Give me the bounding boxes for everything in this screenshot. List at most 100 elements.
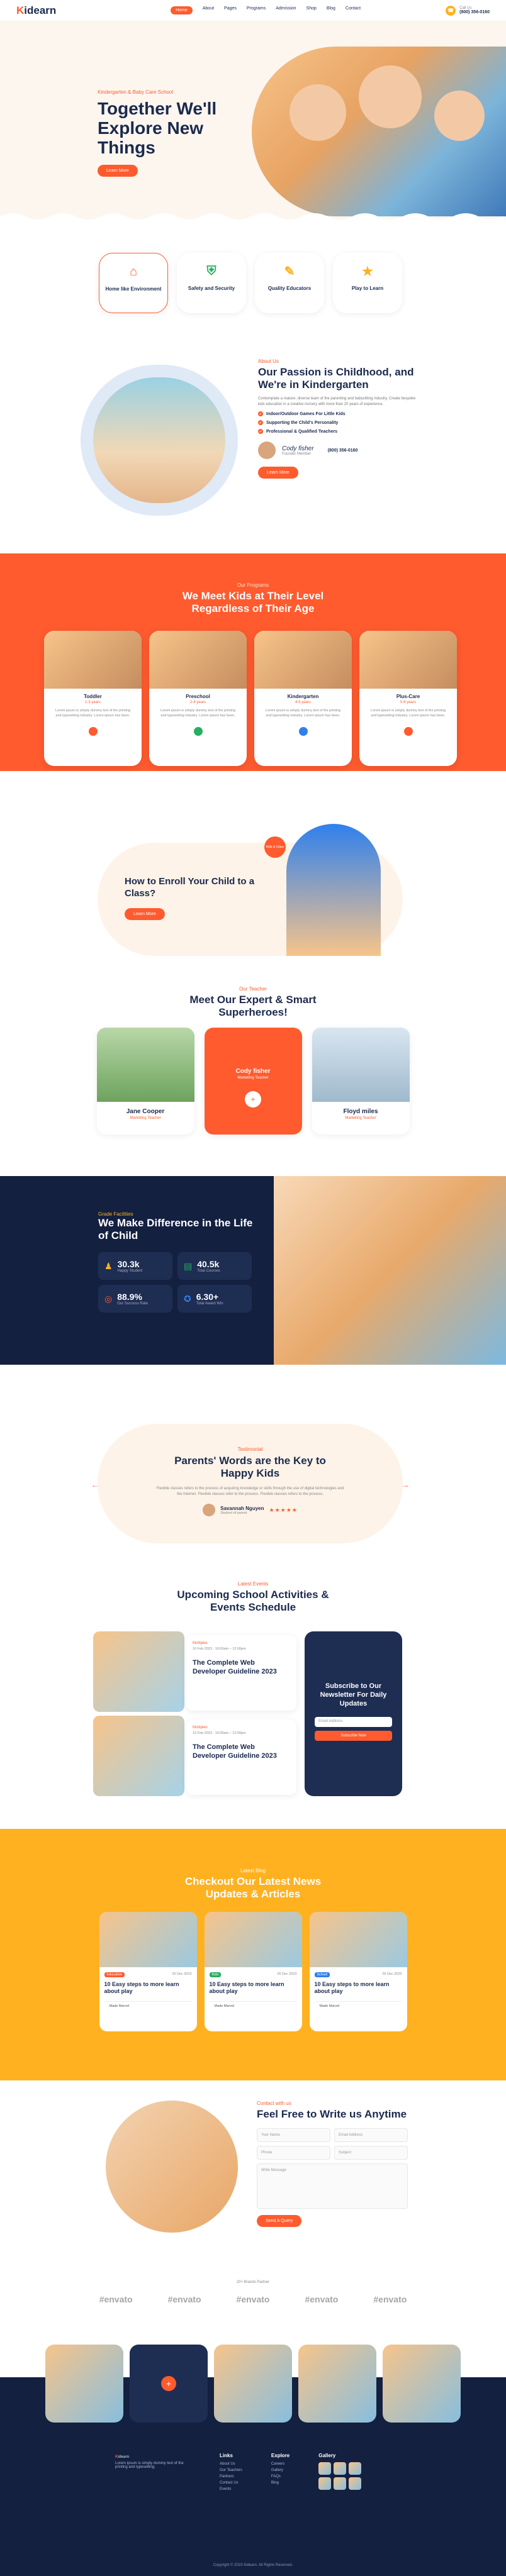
gallery-image[interactable]: [383, 2345, 461, 2423]
site-header: K idearn Home About Pages Programs Admis…: [0, 0, 506, 21]
event-item[interactable]: Multiplex 10 Feb 2023 · 10:00am – 12:00p…: [93, 1716, 298, 1796]
footer-link[interactable]: Events: [220, 2487, 242, 2491]
team-card[interactable]: Jane Cooper Marketing Teacher: [96, 1028, 194, 1135]
arrow-icon[interactable]: [193, 727, 203, 736]
feature-label: Quality Educators: [267, 286, 312, 291]
program-card[interactable]: Plus-Care 5-6 years Lorem ipsum is simpl…: [359, 631, 457, 766]
gallery-image[interactable]: [214, 2345, 292, 2423]
student-icon: ♟: [104, 1260, 113, 1271]
nav-pages[interactable]: Pages: [224, 6, 237, 14]
footer-link[interactable]: FAQs: [271, 2475, 290, 2479]
news-image: [309, 1912, 407, 1967]
program-card[interactable]: Toddler 1-3 years Lorem ipsum is simply …: [44, 631, 142, 766]
next-arrow-icon[interactable]: →: [402, 1480, 409, 1489]
about-learn-more-button[interactable]: Learn More: [258, 467, 298, 479]
event-tag: Multiplex: [193, 1726, 208, 1729]
nav-admission[interactable]: Admission: [276, 6, 296, 14]
nav-home[interactable]: Home: [171, 6, 193, 14]
shield-icon: ⛨: [206, 264, 216, 278]
program-card[interactable]: Preschool 2-4 years Lorem ipsum is simpl…: [149, 631, 247, 766]
gallery-image[interactable]: +: [130, 2345, 208, 2423]
feature-card[interactable]: ✎ Quality Educators: [255, 253, 324, 313]
news-card[interactable]: Education 26 Dec 2023 10 Easy steps to mo…: [99, 1912, 197, 2031]
gallery-thumb[interactable]: [349, 2462, 362, 2475]
contact-title: Feel Free to Write us Anytime: [257, 2108, 407, 2120]
footer-logo[interactable]: Kidearn: [115, 2455, 191, 2459]
feature-card[interactable]: ⛨ Safety and Security: [177, 253, 246, 313]
footer-link[interactable]: Partners: [220, 2475, 242, 2479]
team-card[interactable]: Cody fisher Marketing Teacher +: [204, 1028, 302, 1135]
header-phone[interactable]: ☎ Call Us (800) 356-0160: [446, 5, 490, 16]
news-eyebrow: Latest Blog: [240, 1868, 266, 1874]
news-card[interactable]: School 26 Dec 2023 10 Easy steps to more …: [309, 1912, 407, 2031]
footer-link[interactable]: Careers: [271, 2462, 290, 2466]
team-card[interactable]: Floyd miles Marketing Teacher: [312, 1028, 410, 1135]
logo[interactable]: K idearn: [16, 4, 86, 17]
arrow-icon[interactable]: [88, 727, 98, 736]
gallery-thumb[interactable]: [334, 2477, 347, 2490]
check-icon: ✓: [258, 420, 263, 425]
event-item[interactable]: Multiplex 10 Feb 2023 · 10:00am – 12:00p…: [93, 1631, 298, 1712]
news-card[interactable]: Kids 26 Dec 2023 10 Easy steps to more le…: [204, 1912, 302, 2031]
footer-link[interactable]: Blog: [271, 2481, 290, 2485]
gallery-strip: +: [45, 2345, 461, 2423]
gallery-thumb[interactable]: [318, 2477, 332, 2490]
program-image: [254, 631, 352, 689]
team-role: Marketing Teacher: [345, 1116, 376, 1120]
email-field[interactable]: Email Address: [334, 2128, 408, 2142]
hero-eyebrow: Kindergarten & Baby Care School: [98, 89, 174, 95]
brand-logo: #envato: [373, 2294, 407, 2304]
programs-section: Our Programs We Meet Kids at Their Level…: [0, 553, 506, 771]
subscribe-button[interactable]: Subscribe Now: [315, 1731, 392, 1741]
hero-learn-more-button[interactable]: Learn More: [98, 165, 138, 177]
features-row: ⌂ Home like Environment ⛨ Safety and Sec…: [99, 253, 402, 313]
plus-icon[interactable]: +: [161, 2376, 176, 2391]
about-phone[interactable]: (800) 356-0160: [328, 448, 358, 453]
message-field[interactable]: Write Message: [257, 2163, 408, 2209]
subject-field[interactable]: Subject: [334, 2146, 408, 2160]
courses-icon: ▤: [184, 1260, 193, 1271]
stat-box: ◎ 88.9% Our Success Rate: [98, 1285, 172, 1313]
stat-box: ▤ 40.5k Total Courses: [177, 1252, 252, 1280]
name-field[interactable]: Your Name: [257, 2128, 330, 2142]
brand-logo: #envato: [99, 2294, 133, 2304]
news-title: Checkout Our Latest News Updates & Artic…: [184, 1875, 322, 1900]
gallery-image[interactable]: [298, 2345, 376, 2423]
program-desc: Lorem ipsum is simply dummy text of the …: [55, 709, 131, 718]
program-card[interactable]: Kindergarten 4-5 years Lorem ipsum is si…: [254, 631, 352, 766]
nav-shop[interactable]: Shop: [306, 6, 317, 14]
footer-link[interactable]: Contact Us: [220, 2481, 242, 2485]
news-title-text[interactable]: 10 Easy steps to more learn about play: [205, 1977, 302, 1999]
brand-logo: #envato: [305, 2294, 339, 2304]
footer-link[interactable]: Gallery: [271, 2468, 290, 2472]
gallery-thumb[interactable]: [318, 2462, 332, 2475]
feature-card[interactable]: ⌂ Home like Environment: [99, 253, 168, 313]
footer-link[interactable]: About Us: [220, 2462, 242, 2466]
nav-programs[interactable]: Programs: [247, 6, 266, 14]
nav-contact[interactable]: Contact: [346, 6, 361, 14]
hero-wave: [0, 213, 505, 220]
arrow-icon[interactable]: [403, 727, 413, 736]
newsletter-email-input[interactable]: Email Address: [315, 1717, 392, 1727]
news-title-text[interactable]: 10 Easy steps to more learn about play: [99, 1977, 197, 1999]
home-icon: ⌂: [129, 264, 138, 279]
footer-link[interactable]: Our Teachers: [220, 2468, 242, 2472]
nav-about[interactable]: About: [203, 6, 214, 14]
plus-icon[interactable]: +: [245, 1091, 261, 1108]
avatar: [258, 441, 276, 459]
send-query-button[interactable]: Send A Query: [257, 2215, 302, 2227]
phone-number: (800) 356-0160: [459, 10, 490, 14]
phone-field[interactable]: Phone: [257, 2146, 330, 2160]
gallery-thumb[interactable]: [349, 2477, 362, 2490]
testimonial-section: Testimonial Parents' Words are the Key t…: [91, 1424, 409, 1543]
gallery-thumb[interactable]: [334, 2462, 347, 2475]
nav-blog[interactable]: Blog: [327, 6, 335, 14]
gallery-image[interactable]: [45, 2345, 123, 2423]
logo-text: idearn: [24, 4, 57, 16]
enroll-learn-more-button[interactable]: Learn More: [125, 908, 165, 920]
feature-card[interactable]: ★ Play to Learn: [333, 253, 402, 313]
arrow-icon[interactable]: [298, 727, 308, 736]
prev-arrow-icon[interactable]: ←: [91, 1480, 99, 1489]
event-meta: 10 Feb 2023 · 10:00am – 12:00pm: [193, 1647, 246, 1651]
news-title-text[interactable]: 10 Easy steps to more learn about play: [310, 1977, 407, 1999]
